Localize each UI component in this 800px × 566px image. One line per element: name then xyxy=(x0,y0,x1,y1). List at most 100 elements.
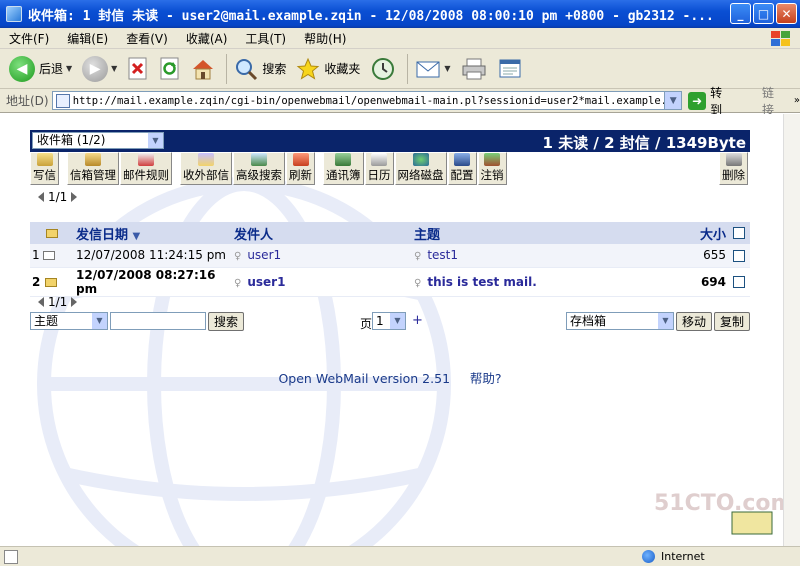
folder-select[interactable]: 收件箱 (1/2) ▼ xyxy=(32,132,164,149)
refresh-mail-button[interactable]: 刷新 xyxy=(286,152,315,185)
delete-button[interactable]: 删除 xyxy=(719,152,748,185)
forward-button[interactable]: ▶ ▼ xyxy=(79,52,120,86)
webdisk-button[interactable]: 网络磁盘 xyxy=(394,152,447,185)
row-subject-cell: ♀ test1 xyxy=(412,244,688,268)
maximize-button[interactable]: □ xyxy=(753,3,774,24)
row-checkbox[interactable] xyxy=(733,249,745,262)
back-button[interactable]: ◀ 后退 ▼ xyxy=(6,52,75,86)
table-row[interactable]: 1 12/07/2008 11:24:15 pm ♀ user1 ♀ test1 6… xyxy=(30,244,750,268)
edit-button[interactable] xyxy=(494,52,526,86)
date-column-header[interactable]: 发信日期 ▼ xyxy=(74,222,232,244)
preferences-icon xyxy=(454,153,470,166)
move-button[interactable]: 移动 xyxy=(676,312,712,331)
copy-button[interactable]: 复制 xyxy=(714,312,750,331)
home-icon xyxy=(193,59,214,79)
menu-help[interactable]: 帮助(H) xyxy=(295,30,355,47)
address-dropdown-icon[interactable]: ▼ xyxy=(664,92,682,109)
menu-favorites[interactable]: 收藏(A) xyxy=(177,30,237,47)
row-subject-link[interactable]: test1 xyxy=(427,248,458,262)
search-field-select[interactable]: 主题 ▼ xyxy=(30,312,108,330)
status-column-header[interactable] xyxy=(30,222,74,244)
sender-column-label: 发件人 xyxy=(234,227,274,243)
address-input[interactable]: http://mail.example.zqin/cgi-bin/openweb… xyxy=(51,91,683,110)
row-checkbox[interactable] xyxy=(733,276,745,288)
window-title: 收件箱: 1 封信 未读 - user2@mail.example.zqin -… xyxy=(28,8,714,24)
favorites-button[interactable]: 收藏夹 xyxy=(293,52,363,86)
prev-page-icon[interactable] xyxy=(38,297,44,307)
refresh-button[interactable] xyxy=(156,52,184,86)
minimize-button[interactable]: _ xyxy=(730,3,751,24)
search-input[interactable] xyxy=(110,312,206,330)
links-button[interactable]: 链接 xyxy=(762,84,786,118)
watermark-logo: 51CTO.com xyxy=(654,491,793,535)
refresh-mail-label: 刷新 xyxy=(289,168,312,182)
filter-rules-button[interactable]: 邮件规则 xyxy=(120,152,172,185)
addressbook-button[interactable]: 通讯簿 xyxy=(323,152,364,185)
page-select[interactable]: 1 ▼ xyxy=(372,312,406,330)
ie-app-icon xyxy=(6,6,22,22)
toolbar-separator xyxy=(407,53,409,84)
address-label: 地址(D) xyxy=(6,94,49,108)
table-row[interactable]: 2 12/07/2008 08:27:16 pm ♀ user1 ♀ this is… xyxy=(30,267,750,297)
subject-column-header[interactable]: 主题 xyxy=(412,222,688,244)
links-chevron-icon[interactable]: » xyxy=(794,95,800,106)
address-url[interactable]: http://mail.example.zqin/cgi-bin/openweb… xyxy=(73,95,669,107)
back-dropdown-icon[interactable]: ▼ xyxy=(66,64,72,73)
size-column-header[interactable]: 大小 xyxy=(688,222,728,244)
row-sender-link[interactable]: user1 xyxy=(247,248,281,262)
delete-label: 删除 xyxy=(722,168,745,182)
menu-edit[interactable]: 编辑(E) xyxy=(58,30,117,47)
search-button[interactable]: 搜索 xyxy=(231,52,289,86)
history-button[interactable] xyxy=(367,52,399,86)
logout-button[interactable]: 注销 xyxy=(477,152,507,185)
prev-page-icon[interactable] xyxy=(38,192,44,202)
zone-label: Internet xyxy=(661,550,705,563)
browser-toolbar: ◀ 后退 ▼ ▶ ▼ 搜索 收藏夹 ▼ xyxy=(0,49,800,89)
go-button[interactable]: ➜ 转到 xyxy=(688,84,734,118)
action-toolbar: 写信 信箱管理 邮件规则 收外部信 高级搜索 刷新 通讯簿 日历 网络磁盘 配置… xyxy=(30,152,750,186)
menu-tools[interactable]: 工具(T) xyxy=(236,30,295,47)
menu-view[interactable]: 查看(V) xyxy=(117,30,177,47)
folders-button[interactable]: 信箱管理 xyxy=(67,152,119,185)
destination-folder-value: 存档箱 xyxy=(570,314,607,328)
close-button[interactable]: ✕ xyxy=(776,3,797,24)
row-subject-link[interactable]: this is test mail. xyxy=(427,275,536,289)
next-page-icon[interactable] xyxy=(71,297,78,307)
search-field-value: 主题 xyxy=(34,314,59,328)
next-page-icon[interactable] xyxy=(71,192,78,202)
search-submit-button[interactable]: 搜索 xyxy=(208,312,244,331)
pop3-button[interactable]: 收外部信 xyxy=(180,152,232,185)
advanced-search-label: 高级搜索 xyxy=(236,168,282,182)
home-button[interactable] xyxy=(188,52,218,86)
forward-dropdown-icon[interactable]: ▼ xyxy=(111,64,117,73)
destination-folder-select[interactable]: 存档箱 ▼ xyxy=(566,312,674,330)
calendar-button[interactable]: 日历 xyxy=(364,152,394,185)
search-icon xyxy=(236,58,258,80)
compose-button[interactable]: 写信 xyxy=(30,152,59,185)
advanced-search-button[interactable]: 高级搜索 xyxy=(233,152,285,185)
mail-button[interactable]: ▼ xyxy=(412,52,453,86)
sort-down-icon: ▼ xyxy=(132,230,141,242)
go-arrow-icon: ➜ xyxy=(688,91,707,110)
menu-file[interactable]: 文件(F) xyxy=(0,30,58,47)
add-page-link[interactable]: + xyxy=(412,313,423,328)
sender-column-header[interactable]: 发件人 xyxy=(232,222,412,244)
top-pager: 1/1 xyxy=(38,190,78,204)
status-bar: Internet xyxy=(0,546,800,566)
calendar-label: 日历 xyxy=(367,168,391,182)
message-list: 发信日期 ▼ 发件人 主题 大小 1 12/07/2008 11:24:15 p… xyxy=(30,222,750,297)
select-all-checkbox[interactable] xyxy=(733,227,745,239)
mail-dropdown-icon[interactable]: ▼ xyxy=(444,64,450,73)
back-label: 后退 xyxy=(39,62,64,76)
row-sender-link[interactable]: user1 xyxy=(247,275,285,289)
refresh-mail-icon xyxy=(292,153,309,166)
version-link[interactable]: Open WebMail version 2.51 xyxy=(278,371,450,386)
stop-button[interactable] xyxy=(124,52,152,86)
unread-envelope-icon xyxy=(44,277,57,287)
help-link[interactable]: 帮助? xyxy=(470,371,502,386)
vertical-scrollbar[interactable] xyxy=(783,114,800,546)
row-status-cell: 1 xyxy=(30,244,74,268)
preferences-button[interactable]: 配置 xyxy=(447,152,477,185)
preferences-label: 配置 xyxy=(450,168,474,182)
print-button[interactable] xyxy=(458,52,490,86)
